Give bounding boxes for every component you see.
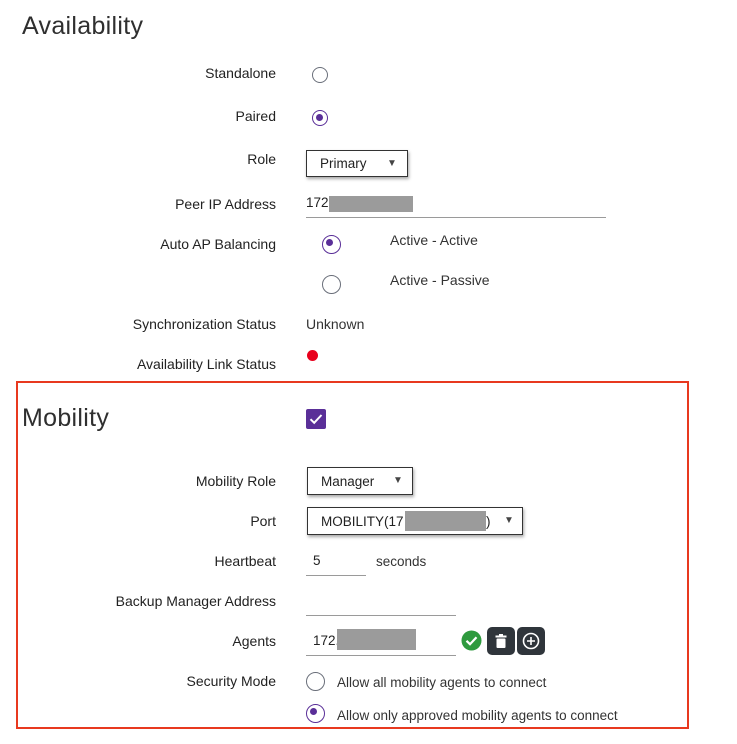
mobility-role-value: Manager: [321, 473, 375, 489]
redaction-block: [405, 511, 486, 531]
redaction-block: [329, 196, 413, 212]
redaction-block: [337, 629, 416, 650]
check-circle-icon: [461, 630, 482, 651]
caret-down-icon: ▼: [504, 515, 514, 526]
port-value-suffix: ): [486, 514, 491, 529]
standalone-radio[interactable]: [312, 67, 328, 83]
active-passive-label: Active - Passive: [390, 272, 490, 288]
heartbeat-unit: seconds: [376, 554, 427, 569]
sync-status-label: Synchronization Status: [132, 316, 276, 332]
active-passive-radio[interactable]: [322, 275, 341, 294]
active-active-label: Active - Active: [390, 232, 478, 248]
mobility-title: Mobility: [22, 404, 110, 432]
port-label: Port: [250, 513, 276, 529]
active-active-radio[interactable]: [322, 235, 341, 254]
plus-circle-icon: [522, 632, 540, 650]
delete-agent-button[interactable]: [487, 627, 515, 655]
add-agent-button[interactable]: [517, 627, 545, 655]
auto-ap-label: Auto AP Balancing: [160, 236, 276, 252]
backup-manager-input[interactable]: [306, 588, 456, 616]
agents-value: 172.: [313, 633, 340, 648]
paired-label: Paired: [235, 108, 276, 124]
mobility-role-label: Mobility Role: [195, 473, 276, 489]
availability-title: Availability: [22, 12, 144, 40]
security-allow-approved-label: Allow only approved mobility agents to c…: [337, 708, 618, 723]
trash-icon: [495, 634, 507, 648]
sync-status-value: Unknown: [306, 316, 365, 332]
security-allow-approved-radio[interactable]: [306, 704, 325, 723]
role-select[interactable]: Primary ▼: [306, 150, 408, 177]
paired-radio[interactable]: [312, 110, 328, 126]
mobility-role-select[interactable]: Manager ▼: [307, 467, 413, 495]
caret-down-icon: ▼: [387, 158, 397, 169]
peer-ip-label: Peer IP Address: [175, 196, 276, 212]
link-status-indicator: [307, 350, 318, 361]
role-select-value: Primary: [320, 156, 367, 171]
heartbeat-input[interactable]: 5: [306, 548, 366, 576]
security-allow-all-label: Allow all mobility agents to connect: [337, 675, 547, 690]
caret-down-icon: ▼: [393, 475, 403, 486]
port-value-prefix: MOBILITY(17: [321, 513, 404, 529]
mobility-checkbox[interactable]: [306, 409, 326, 429]
peer-ip-value: 172: [306, 195, 329, 210]
backup-manager-label: Backup Manager Address: [115, 593, 276, 609]
role-label: Role: [247, 151, 276, 167]
heartbeat-value: 5: [313, 553, 321, 568]
checkmark-icon: [309, 414, 323, 425]
security-allow-all-radio[interactable]: [306, 672, 325, 691]
link-status-label: Availability Link Status: [136, 356, 276, 372]
standalone-label: Standalone: [205, 65, 276, 81]
agents-label: Agents: [232, 633, 276, 649]
security-mode-label: Security Mode: [186, 673, 276, 689]
heartbeat-label: Heartbeat: [214, 553, 276, 569]
